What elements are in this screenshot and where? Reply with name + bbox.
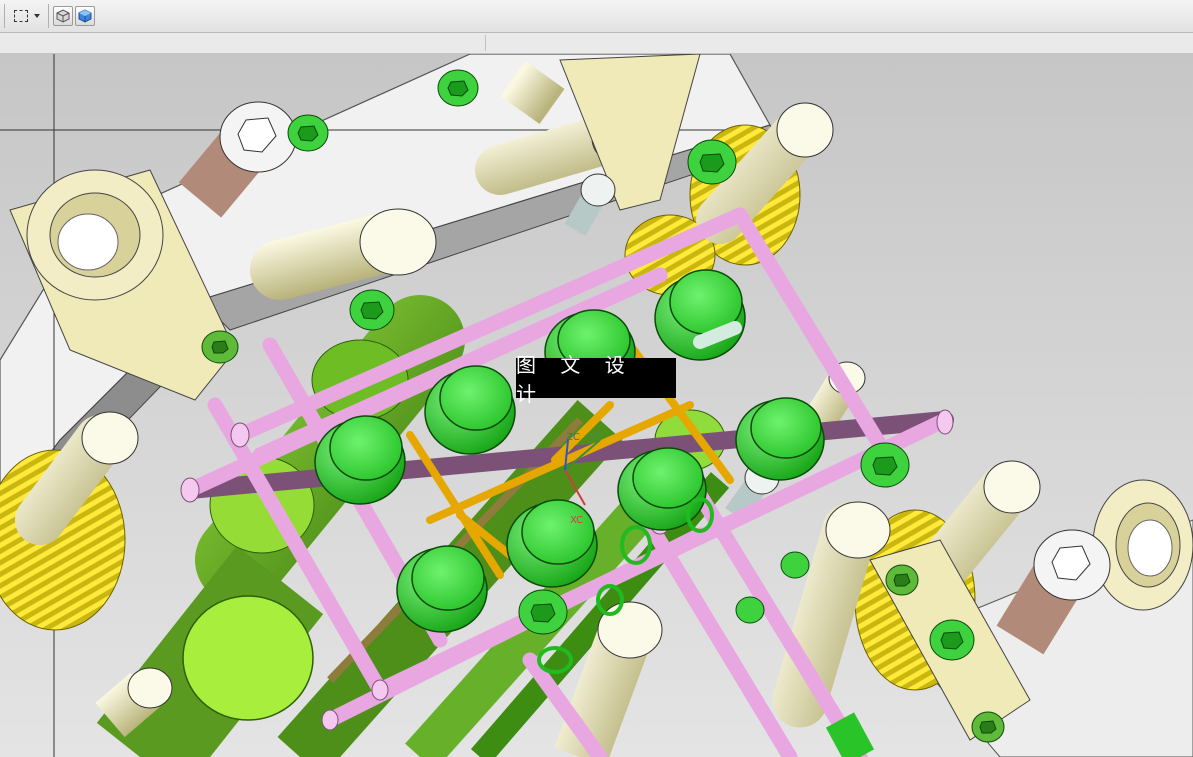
toolbar-separator: [48, 4, 49, 28]
secondary-toolbar: [0, 33, 1193, 54]
dropdown-arrow-icon[interactable]: [34, 14, 40, 18]
box-select-icon[interactable]: [14, 10, 28, 22]
toolbar-divider: [485, 35, 486, 51]
toolbar: [0, 0, 1193, 33]
toolbar-separator: [4, 4, 5, 28]
cube-view-icon[interactable]: [75, 6, 95, 26]
shaded-view-icon[interactable]: [53, 6, 73, 26]
graphics-viewport[interactable]: XC YC ZC 图 文 设 计: [0, 54, 1193, 757]
watermark-label: 图 文 设 计: [516, 353, 676, 406]
triad-y-label: YC: [589, 432, 603, 443]
triad-x-label: XC: [570, 515, 583, 526]
triad-z-label: ZC: [566, 432, 580, 443]
